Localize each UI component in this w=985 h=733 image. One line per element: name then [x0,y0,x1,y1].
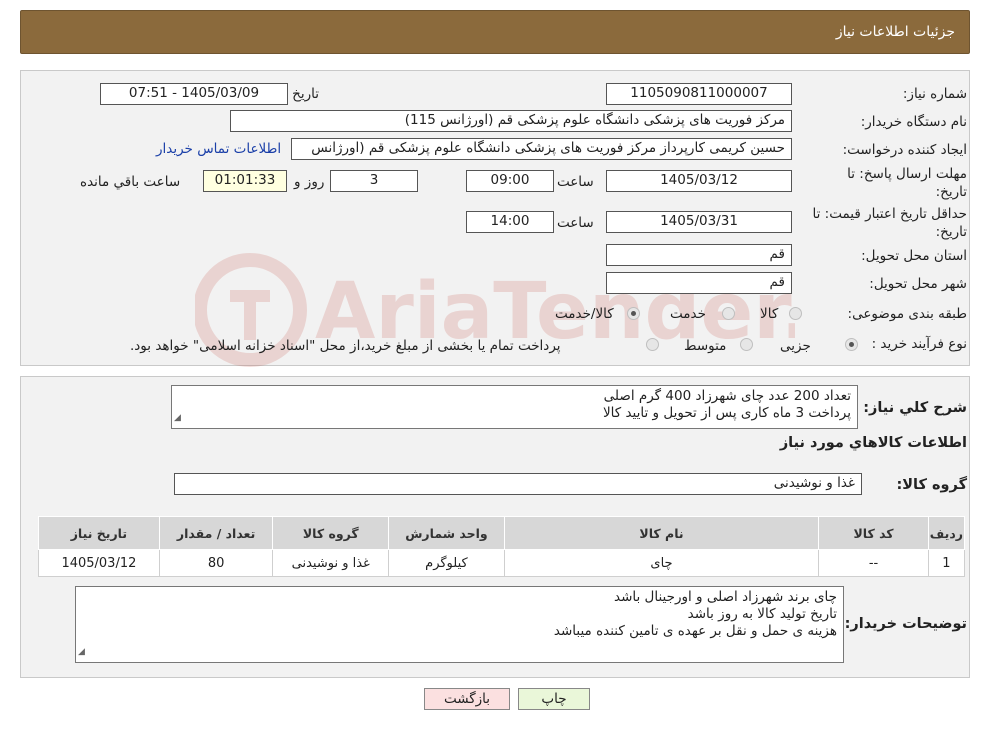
back-button[interactable]: بازگشت [424,688,510,710]
deadline-time-field: 09:00 [466,170,554,192]
col-group: گروه کالا [272,516,390,550]
treasury-radio[interactable] [646,338,659,351]
need-number-field: 1105090811000007 [606,83,792,105]
description-textarea[interactable]: تعداد 200 عدد چای شهرزاد 400 گرم اصلی پر… [171,385,858,429]
cell-unit: کیلوگرم [388,549,505,577]
print-button[interactable]: چاپ [518,688,590,710]
col-date: تاریخ نیاز [38,516,160,550]
buyer-note-line: تاریخ تولید کالا به روز باشد [687,606,837,622]
process-minor-label: جزیی [780,338,811,354]
cell-date: 1405/03/12 [38,549,160,577]
col-name: نام کالا [503,516,820,550]
items-section-title: اطلاعات کالاهاي مورد نیاز [779,435,967,451]
col-row: ردیف [927,516,966,550]
deadline-label: مهلت ارسال پاسخ: تا [847,166,967,182]
page-header: جزئیات اطلاعات نیاز [20,10,970,54]
category-service-label: خدمت [670,306,706,322]
buyer-contact-link[interactable]: اطلاعات تماس خریدار [156,141,281,157]
col-code: کد کالا [818,516,929,550]
deadline-date-field: 1405/03/12 [606,170,792,192]
cell-name: چای [503,549,820,577]
description-line: تعداد 200 عدد چای شهرزاد 400 گرم اصلی [603,388,851,404]
col-qty: تعداد / مقدار [158,516,274,550]
category-goods-service-label: کالا/خدمت [555,306,614,322]
deadline-label-2: تاریخ: [935,184,967,200]
buyer-org-label: نام دستگاه خریدار: [860,114,967,130]
creator-label: ایجاد کننده درخواست: [842,142,967,158]
buyer-note-line: هزینه ی حمل و نقل بر عهده ی تامین کننده … [553,623,837,639]
process-medium-label: متوسط [684,338,727,354]
category-goods-label: کالا [760,306,779,322]
resize-grip-icon[interactable]: ◢ [174,410,181,427]
items-table: ردیف کد کالا نام کالا واحد شمارش گروه کا… [38,516,966,577]
table-header-row: ردیف کد کالا نام کالا واحد شمارش گروه کا… [38,516,966,550]
announce-field: 1405/03/09 - 07:51 [100,83,288,105]
city-label: شهر محل تحویل: [869,276,967,292]
deadline-time-label: ساعت [557,174,594,190]
buyer-notes-textarea[interactable]: چای برند شهرزاد اصلی و اورجینال باشد تار… [75,586,844,663]
buyer-org-field: مرکز فوریت های پزشکی دانشگاه علوم پزشکی … [230,110,792,132]
validity-date-field: 1405/03/31 [606,211,792,233]
validity-time-field: 14:00 [466,211,554,233]
days-field: 3 [330,170,418,192]
cell-row: 1 [927,549,966,577]
table-row: 1 -- چای کیلوگرم غذا و نوشیدنی 80 1405/0… [38,549,966,577]
validity-label: حداقل تاریخ اعتبار قیمت: تا [812,206,967,222]
cell-code: -- [818,549,929,577]
category-service-radio[interactable] [722,307,735,320]
province-label: استان محل تحویل: [861,248,967,264]
goods-group-label: گروه کالا: [896,477,967,493]
validity-time-label: ساعت [557,215,594,231]
description-line: پرداخت 3 ماه کاری پس از تحویل و تایید کا… [602,405,851,421]
category-goods-radio[interactable] [789,307,802,320]
creator-field: حسین کریمی کارپرداز مرکز فوریت های پزشکی… [291,138,792,160]
need-number-label: شماره نیاز: [902,86,967,102]
buyer-notes-label: توضیحات خریدار: [844,616,967,632]
resize-grip-icon[interactable]: ◢ [78,644,85,661]
goods-group-field: غذا و نوشیدنی [174,473,862,495]
remaining-time-field: 01:01:33 [203,170,287,192]
validity-label-2: تاریخ: [935,224,967,240]
province-field: قم [606,244,792,266]
process-medium-radio[interactable] [740,338,753,351]
category-label: طبقه بندی موضوعی: [847,306,967,322]
days-label: روز و [294,174,325,190]
process-minor-radio[interactable] [845,338,858,351]
cell-group: غذا و نوشیدنی [272,549,390,577]
description-label: شرح کلي نیاز: [863,400,967,416]
process-label: نوع فرآیند خرید : [871,336,967,352]
treasury-note: پرداخت تمام یا بخشی از مبلغ خرید،از محل … [130,338,561,354]
category-goods-service-radio[interactable] [627,307,640,320]
page-title: جزئیات اطلاعات نیاز [835,24,955,40]
col-unit: واحد شمارش [388,516,505,550]
cell-qty: 80 [158,549,274,577]
buyer-note-line: چای برند شهرزاد اصلی و اورجینال باشد [613,589,837,605]
city-field: قم [606,272,792,294]
remaining-label: ساعت باقي مانده [80,174,181,190]
